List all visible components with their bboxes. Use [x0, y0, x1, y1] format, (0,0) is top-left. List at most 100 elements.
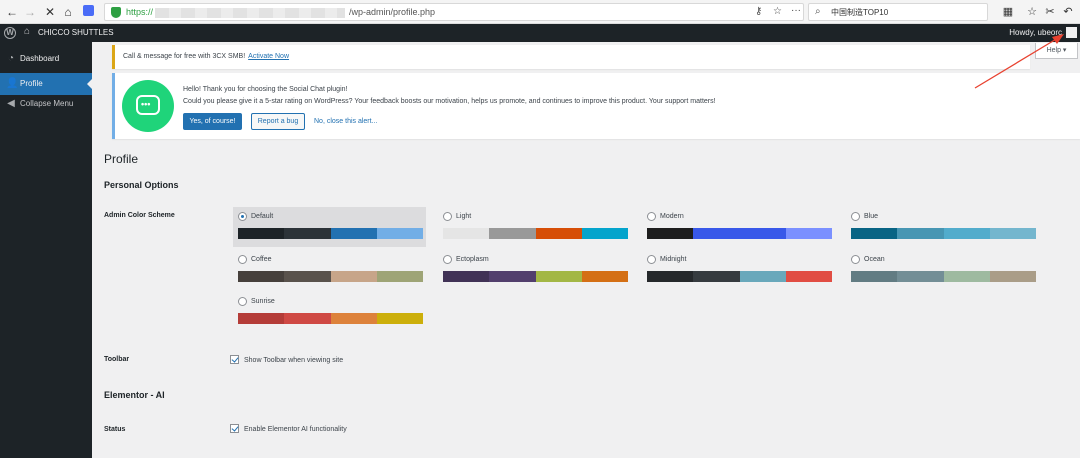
favorites-icon[interactable]: ☆: [1024, 4, 1040, 20]
sidebar-item-profile[interactable]: 👤 Profile: [0, 73, 92, 95]
color-swatch: [647, 271, 694, 282]
scheme-name: Light: [456, 213, 472, 220]
social-chat-notice: ••• Hello! Thank you for choosing the So…: [112, 73, 1080, 139]
color-swatch: [989, 271, 1036, 282]
key-icon[interactable]: ⚷: [755, 6, 762, 17]
scheme-swatches: [647, 228, 832, 239]
scheme-radio[interactable]: [443, 255, 452, 264]
color-scheme-option[interactable]: Blue: [846, 207, 1039, 247]
search-icon: ⌕: [815, 6, 821, 17]
notice-3cx: Call & message for free with 3CX SMB! Act…: [112, 45, 1030, 69]
scheme-swatches: [238, 271, 423, 282]
address-bar[interactable]: https:// /wp-admin/profile.php ⚷ ☆ ···: [104, 3, 804, 21]
chat-bubble-icon: •••: [136, 95, 160, 115]
color-scheme-option[interactable]: Ocean: [846, 250, 1039, 290]
color-swatch: [581, 228, 628, 239]
url-redacted: [155, 8, 345, 18]
secure-shield-icon: [111, 7, 121, 18]
report-bug-button[interactable]: Report a bug: [251, 113, 305, 130]
stop-icon[interactable]: ✕: [42, 4, 58, 20]
forward-icon[interactable]: →: [22, 4, 38, 20]
scheme-radio[interactable]: [238, 297, 247, 306]
back-icon[interactable]: ←: [4, 4, 20, 20]
scheme-swatches: [238, 228, 423, 239]
browser-toolbar: ← → ✕ ⌂ https:// /wp-admin/profile.php ⚷…: [0, 0, 1080, 24]
scheme-name: Ectoplasm: [456, 256, 489, 263]
help-tab-button[interactable]: Help ▾: [1035, 43, 1078, 59]
scheme-name: Coffee: [251, 256, 272, 263]
color-scheme-option[interactable]: Sunrise: [233, 292, 426, 332]
sidebar-item-collapse[interactable]: ◀ Collapse Menu: [0, 93, 92, 115]
scheme-radio[interactable]: [851, 255, 860, 264]
scheme-radio[interactable]: [851, 212, 860, 221]
search-text: 中国制造TOP10: [831, 8, 889, 17]
apps-grid-icon[interactable]: ▦: [1000, 4, 1016, 20]
home-icon[interactable]: ⌂: [60, 4, 76, 20]
collapse-arrow-icon: ◀: [7, 98, 15, 109]
color-swatch: [693, 228, 740, 239]
color-swatch: [785, 271, 832, 282]
scheme-radio[interactable]: [647, 212, 656, 221]
color-swatch: [943, 271, 990, 282]
sidebar-item-label: Dashboard: [20, 54, 60, 63]
color-swatch: [238, 271, 285, 282]
color-swatch: [897, 271, 944, 282]
page-title: Profile: [104, 152, 139, 166]
color-scheme-option[interactable]: Ectoplasm: [438, 250, 631, 290]
wordpress-logo-icon[interactable]: W: [4, 27, 16, 39]
color-swatch: [535, 271, 582, 282]
scheme-radio[interactable]: [238, 212, 247, 221]
bookmark-star-icon[interactable]: ☆: [773, 6, 782, 17]
color-scheme-option[interactable]: Midnight: [642, 250, 835, 290]
admin-color-scheme-label: Admin Color Scheme: [104, 212, 175, 219]
scheme-name: Default: [251, 213, 274, 220]
home-icon[interactable]: ⌂: [24, 26, 30, 37]
toolbar-label: Toolbar: [104, 356, 130, 363]
scheme-radio[interactable]: [443, 212, 452, 221]
avatar[interactable]: [1066, 27, 1077, 38]
color-swatch: [581, 271, 628, 282]
status-label: Status: [104, 426, 126, 433]
howdy-user-link[interactable]: Howdy, ubeorc: [1009, 28, 1062, 37]
site-name-link[interactable]: CHICCO SHUTTLES: [38, 28, 114, 37]
color-swatch: [330, 228, 377, 239]
color-scheme-option[interactable]: Modern: [642, 207, 835, 247]
sidebar-item-dashboard[interactable]: ◔ Dashboard: [0, 48, 92, 70]
scissors-icon[interactable]: ✂: [1042, 4, 1058, 20]
sidebar-item-label: Collapse Menu: [20, 99, 74, 108]
color-swatch: [943, 228, 990, 239]
user-icon: 👤: [6, 78, 19, 89]
scheme-radio[interactable]: [647, 255, 656, 264]
activate-now-link[interactable]: Activate Now: [248, 53, 289, 60]
color-scheme-option[interactable]: Coffee: [233, 250, 426, 290]
color-swatch: [989, 228, 1036, 239]
color-scheme-option[interactable]: Default: [233, 207, 426, 247]
color-swatch: [330, 271, 377, 282]
color-scheme-option[interactable]: Light: [438, 207, 631, 247]
extension-icon[interactable]: [82, 5, 94, 16]
rate-yes-button[interactable]: Yes, of course!: [183, 113, 242, 130]
color-swatch: [785, 228, 832, 239]
scheme-swatches: [851, 271, 1036, 282]
more-icon[interactable]: ···: [791, 5, 801, 16]
admin-sidebar: ◔ Dashboard 👤 Profile ◀ Collapse Menu: [0, 42, 92, 458]
color-swatch: [376, 228, 423, 239]
color-swatch: [238, 313, 285, 324]
color-swatch: [739, 271, 786, 282]
scheme-swatches: [443, 271, 628, 282]
browser-search-input[interactable]: ⌕ 中国制造TOP10: [808, 3, 988, 21]
scheme-swatches: [238, 313, 423, 324]
elementor-ai-heading: Elementor - AI: [104, 390, 165, 400]
scheme-name: Sunrise: [251, 298, 275, 305]
show-toolbar-checkbox[interactable]: [230, 355, 239, 364]
undo-icon[interactable]: ↶: [1060, 4, 1076, 20]
color-swatch: [238, 228, 285, 239]
close-alert-link[interactable]: No, close this alert...: [314, 118, 377, 125]
color-swatch: [489, 228, 536, 239]
scheme-radio[interactable]: [238, 255, 247, 264]
sidebar-item-label: Profile: [20, 79, 43, 88]
chat-notice-heading: Hello! Thank you for choosing the Social…: [183, 86, 348, 93]
scheme-swatches: [443, 228, 628, 239]
color-swatch: [693, 271, 740, 282]
enable-elementor-ai-checkbox[interactable]: [230, 424, 239, 433]
